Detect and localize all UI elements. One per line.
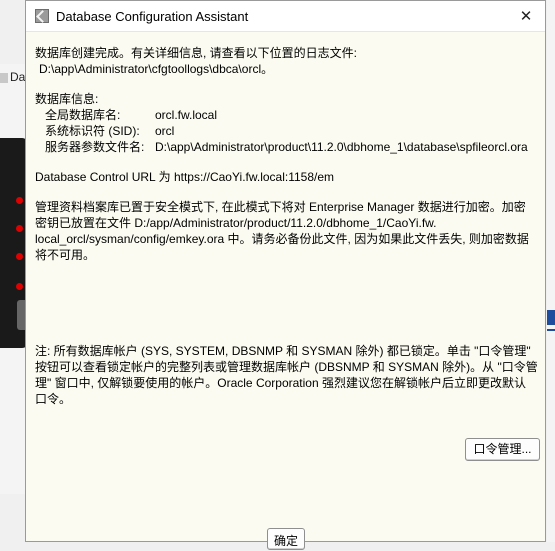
ok-button[interactable]: 确定 [267, 528, 305, 550]
title-bar: Database Configuration Assistant ✕ [26, 1, 545, 32]
account-note-line: 注: 所有数据库帐户 (SYS, SYSTEM, DBSNMP 和 SYSMAN… [35, 344, 531, 358]
account-note-line: 理" 窗口中, 仅解锁要使用的帐户。Oracle Corporation 强烈建… [35, 376, 526, 390]
em-security-line: 密钥已放置在文件 D:/app/Administrator/product/11… [35, 216, 437, 230]
info-key: 全局数据库名: [45, 108, 121, 122]
password-management-button[interactable]: 口令管理... [465, 438, 540, 461]
status-dot [16, 283, 23, 290]
dialog-content: 数据库创建完成。有关详细信息, 请查看以下位置的日志文件: D:\app\Adm… [35, 45, 540, 407]
info-row-sid: 系统标识符 (SID): orcl [35, 123, 540, 139]
db-control-url: Database Control URL 为 https://CaoYi.fw.… [35, 170, 335, 184]
info-row-spfile: 服务器参数文件名: D:\app\Administrator\product\1… [35, 139, 540, 155]
info-row-global-db-name: 全局数据库名: orcl.fw.local [35, 107, 540, 123]
close-icon[interactable]: ✕ [515, 5, 537, 27]
status-dot [16, 253, 23, 260]
info-value: orcl.fw.local [155, 108, 218, 122]
background-selection-line [547, 329, 555, 331]
account-note-line: 按钮可以查看锁定帐户的完整列表或管理数据库帐户 (DBSNMP 和 SYSMAN… [35, 360, 538, 374]
account-note-line: 口令。 [35, 392, 72, 406]
info-key: 系统标识符 (SID): [45, 124, 140, 138]
background-window-right [547, 0, 555, 542]
info-value: orcl [155, 124, 175, 138]
creation-done-text: 数据库创建完成。有关详细信息, 请查看以下位置的日志文件: [35, 46, 358, 60]
status-dot [16, 197, 23, 204]
em-security-line: local_orcl/sysman/config/emkey.ora 中。请务必… [35, 232, 529, 246]
background-window-title: Da [0, 70, 25, 84]
background-selection [547, 310, 555, 325]
status-dot [16, 225, 23, 232]
em-security-line: 管理资料档案库已置于安全模式下, 在此模式下将对 Enterprise Mana… [35, 200, 526, 214]
log-path-text: D:\app\Administrator\cfgtoollogs\dbca\or… [39, 62, 274, 76]
info-heading: 数据库信息: [35, 92, 99, 106]
app-icon [0, 72, 8, 83]
info-value: D:\app\Administrator\product\11.2.0\dbho… [155, 140, 528, 154]
dbca-dialog: Database Configuration Assistant ✕ 数据库创建… [25, 0, 546, 550]
em-security-line: 将不可用。 [35, 248, 96, 262]
window-title: Database Configuration Assistant [56, 8, 249, 24]
info-key: 服务器参数文件名: [45, 140, 145, 154]
dbca-app-icon [35, 9, 49, 23]
